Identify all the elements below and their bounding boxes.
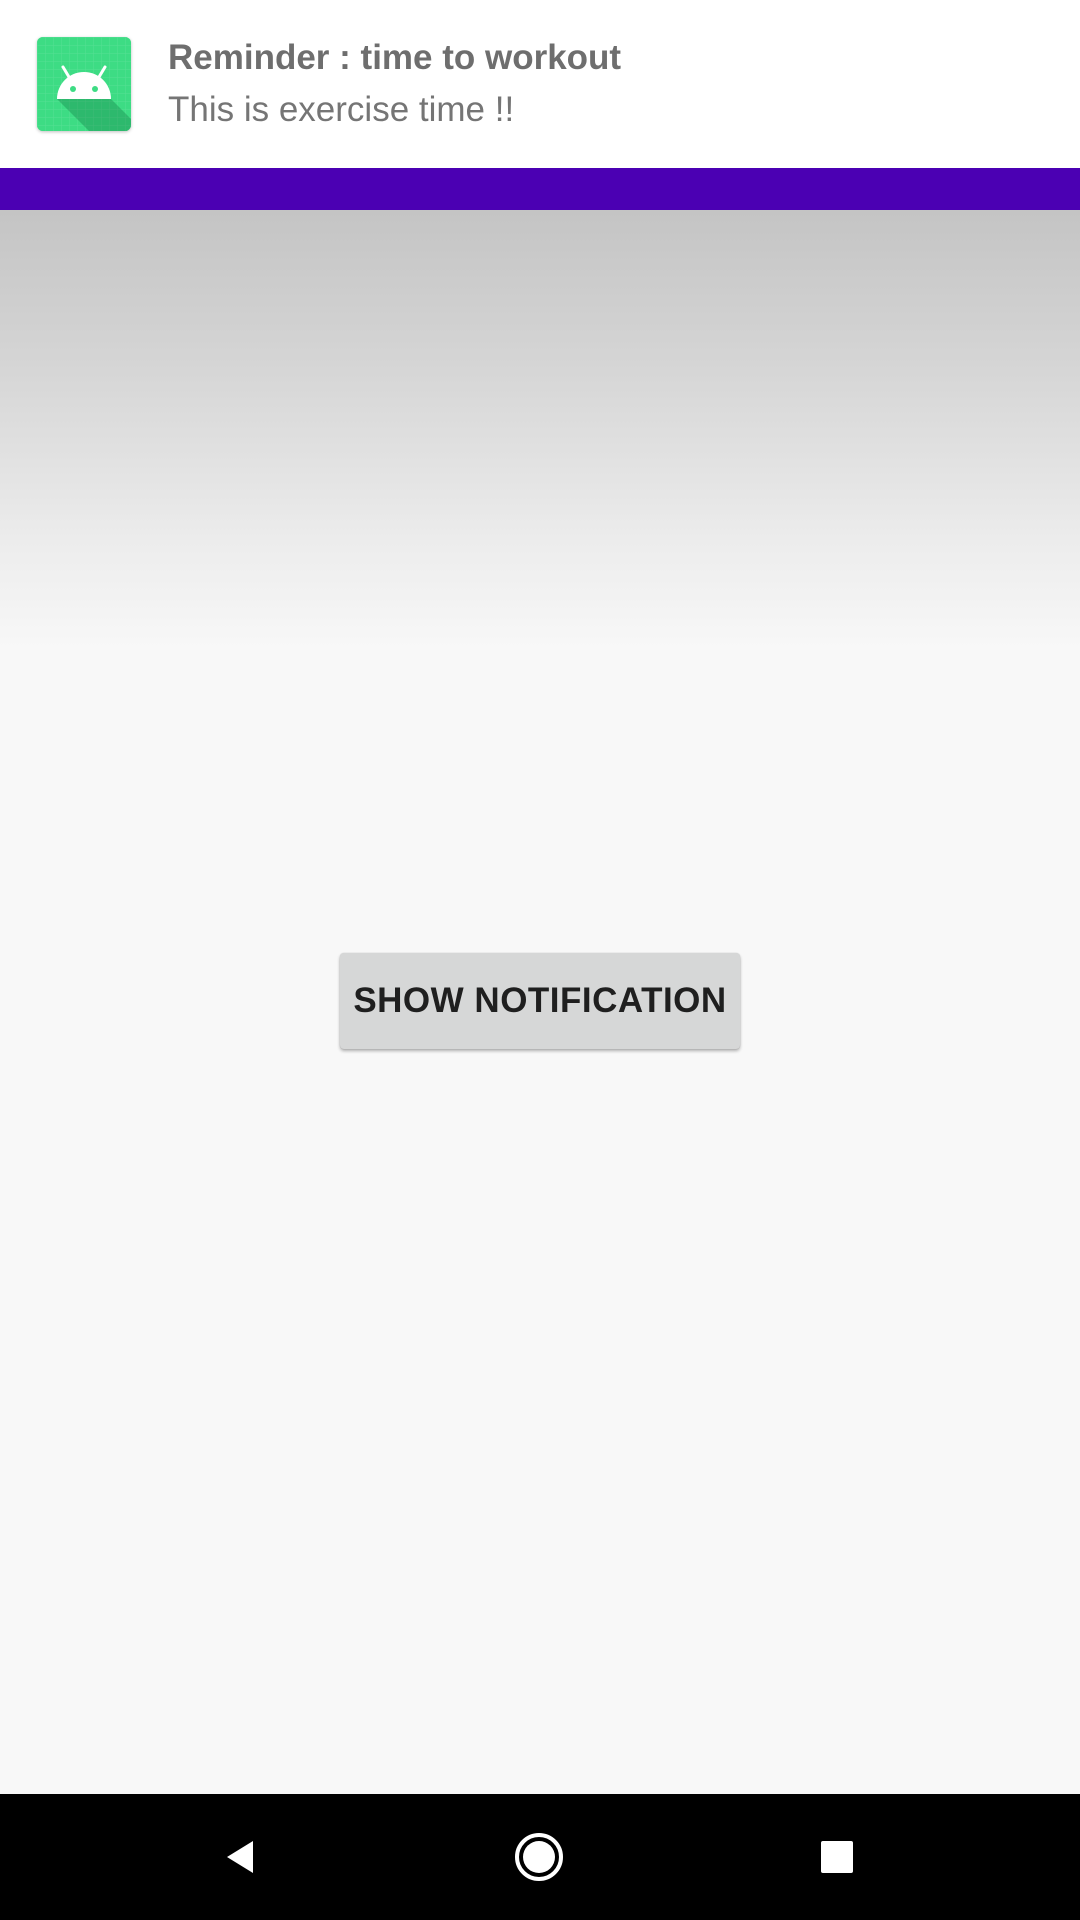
notification-scrim <box>0 210 1080 650</box>
back-button[interactable] <box>178 1794 304 1920</box>
heads-up-notification[interactable]: Reminder : time to workout This is exerc… <box>0 0 1080 168</box>
home-circle-icon <box>515 1833 563 1881</box>
android-app-icon <box>37 37 131 131</box>
back-triangle-icon <box>227 1841 253 1873</box>
show-notification-button[interactable]: SHOW NOTIFICATION <box>340 953 740 1049</box>
recents-square-icon <box>821 1841 853 1873</box>
notification-title: Reminder : time to workout <box>168 38 622 77</box>
screen: Reminder : time to workout This is exerc… <box>0 0 1080 1920</box>
home-button[interactable] <box>476 1794 602 1920</box>
navigation-bar <box>0 1794 1080 1920</box>
notification-text: This is exercise time !! <box>168 90 515 129</box>
recents-button[interactable] <box>774 1794 900 1920</box>
app-bar <box>0 168 1080 210</box>
